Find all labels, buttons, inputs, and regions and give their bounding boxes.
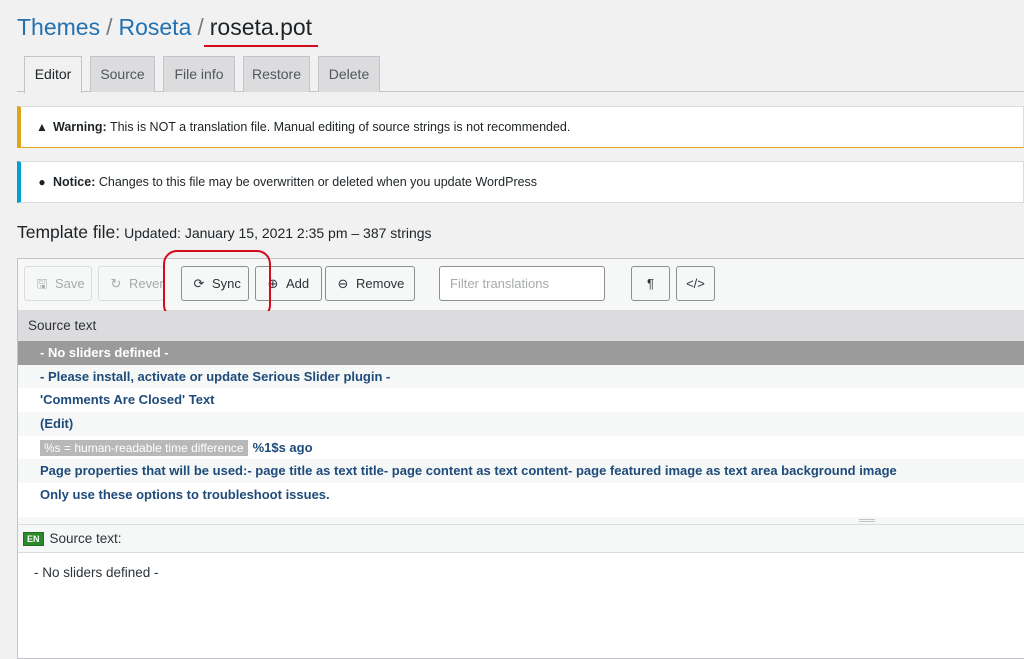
list-item-text: Page properties that will be used:- page… <box>40 463 897 479</box>
list-item-text: %1$s ago <box>252 439 313 455</box>
save-button[interactable]: 🖫 Save <box>24 266 92 301</box>
warning-title: Warning: <box>53 120 107 134</box>
remove-icon: ⊖ <box>337 276 349 291</box>
sync-button[interactable]: ⟳ Sync <box>181 266 249 301</box>
warning-message: This is NOT a translation file. Manual e… <box>109 120 571 134</box>
list-item[interactable]: Only use these options to troubleshoot i… <box>18 483 1024 507</box>
sync-label: Sync <box>212 276 241 291</box>
info-notice: ● Notice: Changes to this file may be ove… <box>17 161 1024 203</box>
list-item[interactable]: - Please install, activate or update Ser… <box>18 364 1024 389</box>
breadcrumb-themes-link[interactable]: Themes <box>17 14 100 40</box>
revert-button[interactable]: ↻ Revert <box>98 266 164 301</box>
list-item[interactable]: (Edit) <box>18 412 1024 436</box>
pilcrow-icon: ¶ <box>647 276 654 291</box>
revert-label: Revert <box>129 276 164 291</box>
list-item-text: Only use these options to troubleshoot i… <box>40 487 330 503</box>
source-text-header: EN Source text: <box>18 525 1024 553</box>
source-column-header: Source text <box>18 311 1024 341</box>
info-icon: ● <box>38 175 46 189</box>
add-icon: ⊕ <box>267 276 279 291</box>
remove-label: Remove <box>356 276 405 291</box>
tab-file-info[interactable]: File info <box>163 56 235 92</box>
list-item[interactable]: - No sliders defined - <box>18 341 1024 365</box>
tab-restore[interactable]: Restore <box>243 56 310 92</box>
warning-icon: ▲ <box>36 120 48 134</box>
add-label: Add <box>286 276 310 291</box>
sync-icon: ⟳ <box>193 276 205 291</box>
template-file-label: Template file: <box>17 222 121 242</box>
list-item[interactable]: Page properties that will be used:- page… <box>18 459 1024 484</box>
editor-toolbar: 🖫 Save ↻ Revert ⟳ Sync ⊕ Add ⊖ Remove ¶ </> <box>18 250 1024 319</box>
pilcrow-toggle-button[interactable]: ¶ <box>631 266 670 301</box>
tab-editor[interactable]: Editor <box>24 56 82 93</box>
add-button[interactable]: ⊕ Add <box>255 266 322 301</box>
breadcrumb: Themes / Roseta / roseta.pot <box>17 14 312 46</box>
code-view-button[interactable]: </> <box>676 266 715 301</box>
breadcrumb-roseta-link[interactable]: Roseta <box>118 14 191 40</box>
context-tag: %s = human-readable time difference <box>40 439 248 456</box>
breadcrumb-separator: / <box>197 14 204 40</box>
breadcrumb-separator: / <box>106 14 113 40</box>
template-file-value: Updated: January 15, 2021 2:35 pm – 387 … <box>124 225 432 241</box>
splitter-grip-icon <box>859 519 875 522</box>
list-item-text: 'Comments Are Closed' Text <box>40 392 215 408</box>
tab-source[interactable]: Source <box>90 56 155 92</box>
list-item[interactable]: %s = human-readable time difference %1$s … <box>18 436 1024 460</box>
list-item[interactable]: 'Comments Are Closed' Text <box>18 388 1024 412</box>
code-icon: </> <box>686 276 705 291</box>
source-text-label: Source text: <box>49 531 122 546</box>
save-icon: 🖫 <box>36 276 48 291</box>
tab-delete[interactable]: Delete <box>318 56 380 92</box>
notice-message: Changes to this file may be overwritten … <box>98 175 538 189</box>
list-item-text: (Edit) <box>40 416 74 432</box>
file-tabs: Editor Source File info Restore Delete <box>17 56 1024 93</box>
source-text-content: - No sliders defined - <box>18 554 1024 658</box>
remove-button[interactable]: ⊖ Remove <box>325 266 415 301</box>
list-item-text: - No sliders defined - <box>40 345 169 360</box>
warning-notice: ▲ Warning: This is NOT a translation file… <box>17 106 1024 148</box>
filter-translations-input[interactable] <box>439 266 605 301</box>
po-editor: 🖫 Save ↻ Revert ⟳ Sync ⊕ Add ⊖ Remove ¶ </> S… <box>17 250 1024 659</box>
save-label: Save <box>55 276 85 291</box>
list-item-text: - Please install, activate or update Ser… <box>40 368 391 384</box>
pane-splitter[interactable] <box>18 517 1024 525</box>
revert-icon: ↻ <box>110 276 122 291</box>
template-file-info: Template file: Updated: January 15, 2021 … <box>17 222 432 246</box>
strings-list: - No sliders defined - - Please install,… <box>18 341 1024 517</box>
language-badge: EN <box>23 532 44 546</box>
notice-title: Notice: <box>53 175 96 189</box>
breadcrumb-current-file: roseta.pot <box>209 14 313 40</box>
